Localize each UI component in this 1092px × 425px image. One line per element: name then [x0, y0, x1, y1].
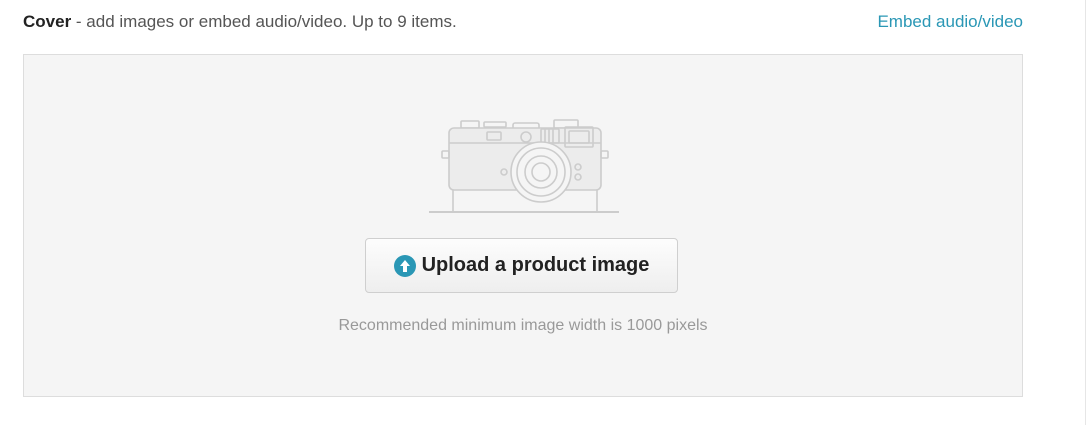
- image-dropzone[interactable]: Upload a product image Recommended minim…: [23, 54, 1023, 397]
- cover-title: Cover: [23, 12, 72, 31]
- upload-product-image-button[interactable]: Upload a product image: [365, 238, 678, 293]
- scrollbar[interactable]: [1085, 0, 1092, 425]
- image-width-hint: Recommended minimum image width is 1000 …: [338, 317, 708, 334]
- cover-description-text: - add images or embed audio/video. Up to…: [71, 12, 457, 31]
- cover-section: Cover - add images or embed audio/video.…: [0, 0, 1092, 425]
- embed-audio-video-link[interactable]: Embed audio/video: [877, 12, 1023, 32]
- upload-button-label: Upload a product image: [421, 254, 650, 276]
- upload-arrow-icon: [393, 254, 416, 277]
- cover-description: Cover - add images or embed audio/video.…: [23, 12, 457, 32]
- cover-header: Cover - add images or embed audio/video.…: [23, 10, 1023, 34]
- camera-icon: [429, 119, 619, 213]
